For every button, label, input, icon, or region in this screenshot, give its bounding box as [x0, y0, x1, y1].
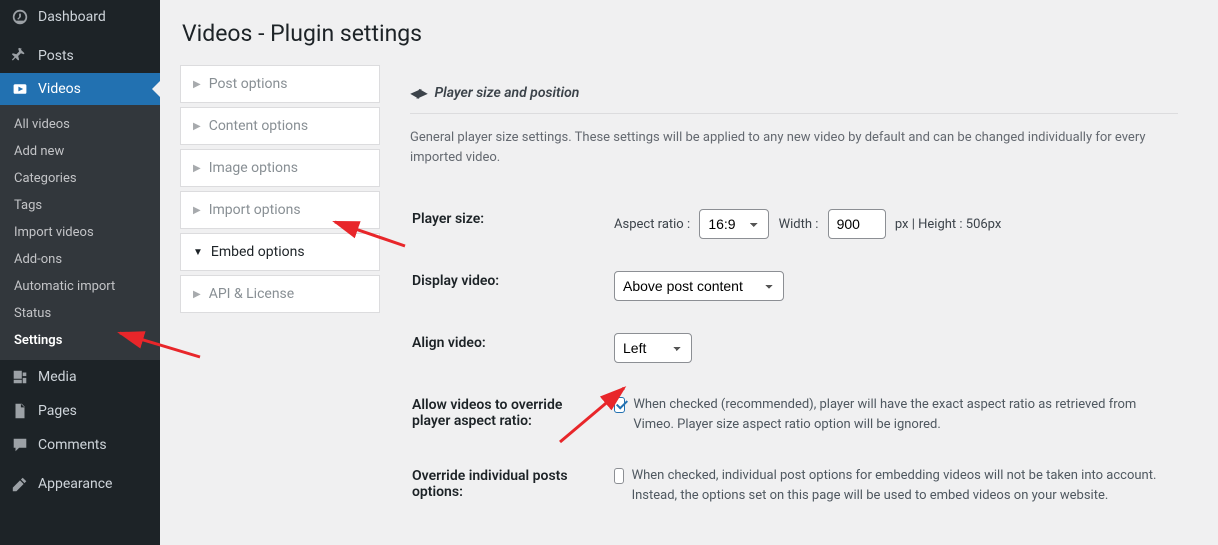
override-posts-label: Override individual posts options: [412, 456, 612, 525]
media-icon [10, 368, 30, 386]
submenu-add-new[interactable]: Add new [0, 138, 160, 165]
width-label: Width : [779, 217, 819, 232]
sidebar-item-comments[interactable]: Comments [0, 428, 160, 462]
video-icon [10, 81, 30, 97]
aspect-ratio-label: Aspect ratio : [614, 217, 690, 232]
tab-image-options[interactable]: ▶ Image options [180, 149, 380, 187]
sidebar-item-dashboard[interactable]: Dashboard [0, 0, 160, 34]
sidebar-label: Dashboard [38, 9, 106, 25]
submenu-import-videos[interactable]: Import videos [0, 219, 160, 246]
caret-right-icon: ▶ [193, 205, 201, 216]
submenu-settings[interactable]: Settings [0, 327, 160, 354]
submenu-all-videos[interactable]: All videos [0, 111, 160, 138]
sidebar-label: Media [38, 369, 77, 385]
tab-label: Post options [209, 76, 288, 92]
caret-down-icon: ▼ [193, 247, 203, 258]
videos-submenu: All videos Add new Categories Tags Impor… [0, 105, 160, 360]
override-posts-desc: When checked, individual post options fo… [632, 466, 1176, 505]
caret-right-icon: ▶ [193, 79, 201, 90]
display-video-label: Display video: [412, 261, 612, 321]
tab-label: API & License [209, 286, 295, 302]
sidebar-label: Appearance [38, 476, 112, 492]
tab-label: Embed options [211, 244, 305, 260]
submenu-addons[interactable]: Add-ons [0, 246, 160, 273]
sidebar-item-pages[interactable]: Pages [0, 394, 160, 428]
tab-label: Content options [209, 118, 308, 134]
override-aspect-desc: When checked (recommended), player will … [633, 395, 1176, 434]
sidebar-item-posts[interactable]: Posts [0, 39, 160, 73]
submenu-tags[interactable]: Tags [0, 192, 160, 219]
aspect-ratio-select[interactable]: 16:9 [699, 209, 769, 239]
sidebar-item-media[interactable]: Media [0, 360, 160, 394]
tab-embed-options[interactable]: ▼ Embed options [180, 233, 380, 271]
override-posts-checkbox[interactable] [614, 468, 624, 484]
submenu-categories[interactable]: Categories [0, 165, 160, 192]
tab-api-license[interactable]: ▶ API & License [180, 275, 380, 313]
admin-sidebar: Dashboard Posts Videos All videos Add ne… [0, 0, 160, 545]
submenu-status[interactable]: Status [0, 300, 160, 327]
caret-right-icon: ▶ [193, 121, 201, 132]
sidebar-item-videos[interactable]: Videos [0, 73, 160, 105]
caret-right-icon: ▶ [193, 163, 201, 174]
sidebar-label: Posts [38, 48, 74, 64]
height-label: px | Height : 506px [895, 217, 1002, 232]
tab-import-options[interactable]: ▶ Import options [180, 191, 380, 229]
sidebar-label: Pages [38, 403, 77, 419]
display-video-select[interactable]: Above post content [614, 271, 784, 301]
tab-content-options[interactable]: ▶ Content options [180, 107, 380, 145]
tab-post-options[interactable]: ▶ Post options [180, 65, 380, 103]
section-description: General player size settings. These sett… [410, 128, 1178, 167]
sidebar-label: Videos [38, 81, 81, 97]
sort-arrows-icon: ◀▶ [410, 86, 424, 100]
sidebar-item-appearance[interactable]: Appearance [0, 467, 160, 501]
section-title-text: Player size and position [434, 85, 579, 101]
pushpin-icon [10, 47, 30, 65]
settings-panel: ◀▶ Player size and position General play… [380, 65, 1198, 537]
width-input[interactable] [828, 209, 886, 239]
submenu-automatic-import[interactable]: Automatic import [0, 273, 160, 300]
override-aspect-checkbox[interactable] [614, 397, 625, 413]
pages-icon [10, 402, 30, 420]
tab-label: Image options [209, 160, 298, 176]
align-video-label: Align video: [412, 323, 612, 383]
player-size-label: Player size: [412, 199, 612, 259]
comments-icon [10, 436, 30, 454]
caret-right-icon: ▶ [193, 289, 201, 300]
tab-label: Import options [209, 202, 301, 218]
appearance-icon [10, 475, 30, 493]
override-aspect-label: Allow videos to override player aspect r… [412, 385, 612, 454]
main-content: Videos - Plugin settings ▶ Post options ▶… [160, 0, 1218, 545]
dashboard-icon [10, 8, 30, 26]
settings-tabs: ▶ Post options ▶ Content options ▶ Image op… [180, 65, 380, 317]
section-title: ◀▶ Player size and position [410, 85, 1178, 114]
page-title: Videos - Plugin settings [182, 20, 1198, 47]
align-video-select[interactable]: Left [614, 333, 692, 363]
sidebar-label: Comments [38, 437, 107, 453]
